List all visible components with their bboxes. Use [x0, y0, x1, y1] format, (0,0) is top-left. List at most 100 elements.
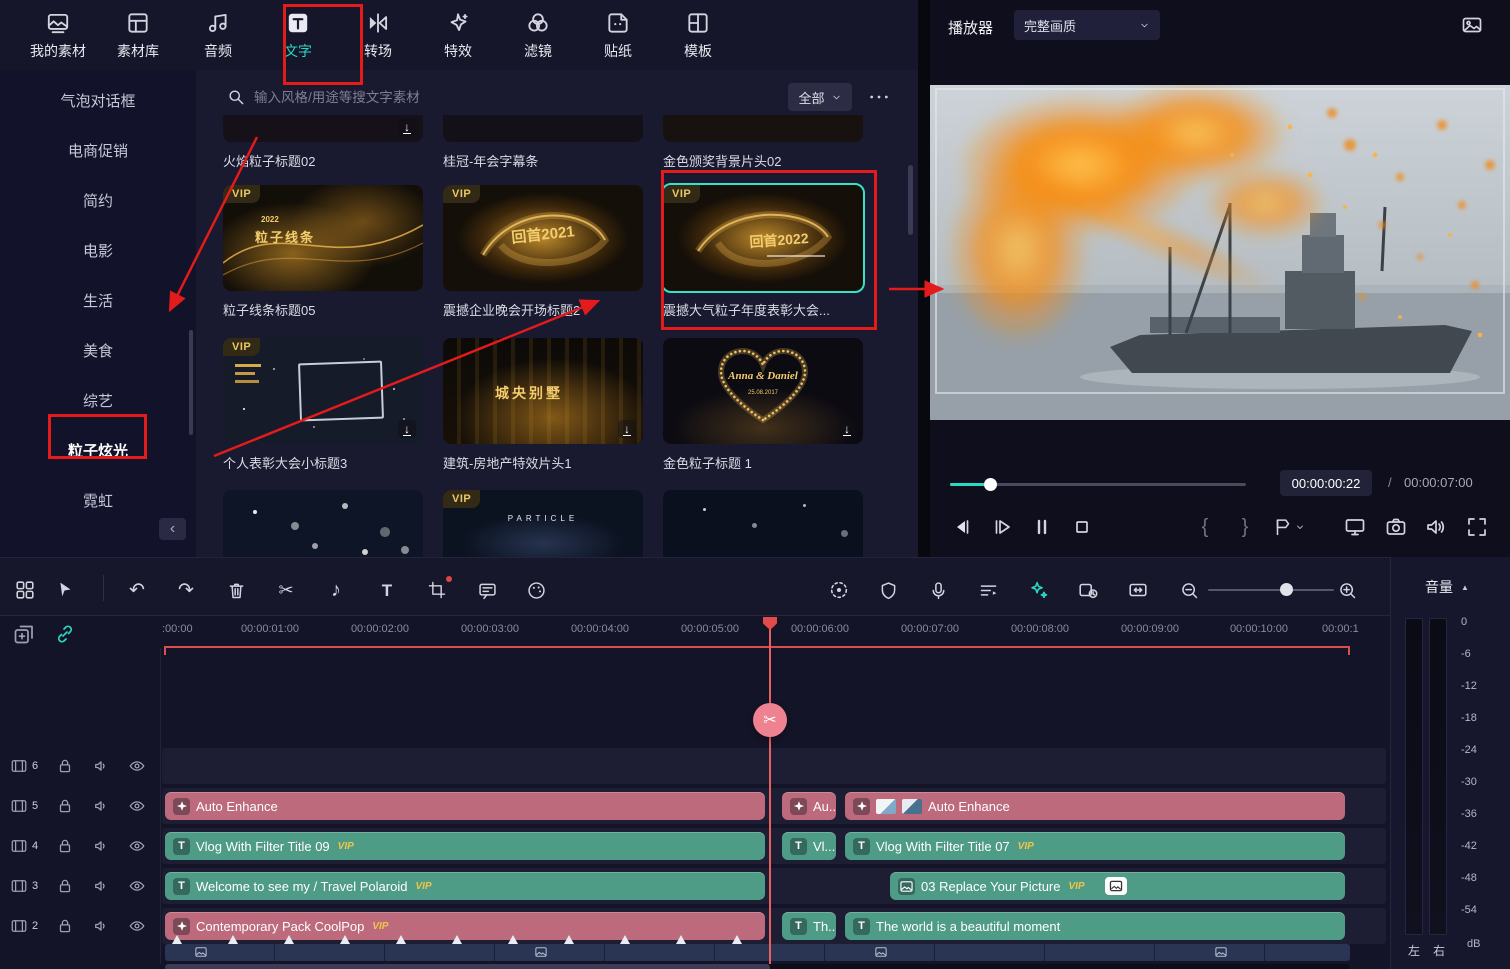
speech-to-text-button[interactable]	[474, 577, 500, 603]
clip-auto-enhance-1[interactable]: Auto Enhance	[165, 792, 765, 820]
zoom-slider-handle[interactable]	[1280, 583, 1293, 596]
link-clips-button[interactable]	[53, 622, 77, 646]
tab-filters[interactable]: 滤镜	[498, 10, 578, 61]
clip-contemporary-pack[interactable]: Contemporary Pack CoolPop VIP	[165, 912, 765, 940]
download-button[interactable]: ↓	[398, 420, 416, 438]
template-card[interactable]: VIP PARTICLE	[443, 490, 643, 557]
lock-icon[interactable]	[56, 797, 74, 815]
video-track-clip[interactable]	[165, 944, 1350, 961]
template-card[interactable]: VIP 回首2021 震撼企业晚会开场标题2	[443, 185, 643, 319]
zoom-in-button[interactable]	[1334, 577, 1360, 603]
timeline-hscroll-thumb[interactable]	[165, 964, 770, 969]
template-card[interactable]: VIP ↓ 个人表彰大会小标题3	[223, 338, 423, 472]
filter-all-dropdown[interactable]: 全部	[788, 83, 852, 111]
previous-frame-button[interactable]	[946, 512, 976, 542]
template-card[interactable]: ↓ 火焰粒子标题02	[223, 115, 423, 170]
volume-panel-toggle[interactable]: 音量 ▲	[1425, 577, 1469, 597]
crop-button[interactable]	[424, 577, 450, 603]
beat-detection-button[interactable]: ♪	[323, 577, 349, 603]
auto-caption-button[interactable]	[975, 577, 1001, 603]
lock-icon[interactable]	[56, 917, 74, 935]
pause-button[interactable]	[1027, 512, 1057, 542]
lock-icon[interactable]	[56, 837, 74, 855]
lock-icon[interactable]	[56, 877, 74, 895]
download-button[interactable]: ↓	[398, 118, 416, 136]
render-preview-button[interactable]	[826, 577, 852, 603]
clip-travel-polaroid[interactable]: T Welcome to see my / Travel Polaroid VI…	[165, 872, 765, 900]
sidebar-item-ecommerce[interactable]: 电商促销	[0, 125, 196, 175]
seek-bar[interactable]	[950, 476, 1246, 492]
tab-stock-media[interactable]: 素材库	[98, 10, 178, 61]
sidebar-item-simple[interactable]: 简约	[0, 175, 196, 225]
mute-icon[interactable]	[92, 837, 110, 855]
clip-vlog-title-09[interactable]: T Vlog With Filter Title 09 VIP	[165, 832, 765, 860]
download-button[interactable]: ↓	[838, 420, 856, 438]
zoom-slider-track[interactable]	[1208, 589, 1334, 591]
collapse-sidebar-button[interactable]: ‹	[159, 518, 186, 540]
quick-split-button[interactable]: ✂	[753, 703, 787, 737]
tab-my-media[interactable]: 我的素材	[18, 10, 98, 61]
template-card[interactable]	[663, 490, 863, 557]
fit-timeline-button[interactable]	[1125, 577, 1151, 603]
undo-button[interactable]: ↶	[124, 577, 150, 603]
mark-in-button[interactable]: {	[1197, 512, 1213, 542]
select-tool-button[interactable]	[52, 577, 78, 603]
eye-icon[interactable]	[128, 917, 146, 935]
sidebar-item-food[interactable]: 美食	[0, 325, 196, 375]
redo-button[interactable]: ↷	[173, 577, 199, 603]
more-options-button[interactable]	[868, 89, 890, 105]
add-text-button[interactable]: T	[374, 577, 400, 603]
clip-auto-enhance-2[interactable]: Au...	[782, 792, 836, 820]
media-board-button[interactable]	[12, 577, 38, 603]
sidebar-item-movie[interactable]: 电影	[0, 225, 196, 275]
download-button[interactable]: ↓	[618, 420, 636, 438]
template-card[interactable]: 桂冠-年会字幕条	[443, 115, 643, 170]
mark-clip-button[interactable]	[875, 577, 901, 603]
tab-templates[interactable]: 模板	[658, 10, 738, 61]
search-input[interactable]	[254, 82, 754, 112]
eye-icon[interactable]	[128, 757, 146, 775]
sidebar-item-particle-glow[interactable]: 粒子炫光	[0, 425, 196, 475]
tab-effects[interactable]: 特效	[418, 10, 498, 61]
clip-replace-your-picture[interactable]: 03 Replace Your Picture VIP	[890, 872, 1345, 900]
clip-the-world-small[interactable]: T Th...	[782, 912, 836, 940]
split-button[interactable]: ✂	[273, 577, 299, 603]
tab-stickers[interactable]: 贴纸	[578, 10, 658, 61]
fullscreen-button[interactable]	[1462, 512, 1492, 542]
snapshot-button[interactable]	[1381, 512, 1411, 542]
play-button[interactable]	[988, 512, 1018, 542]
marker-button[interactable]	[1267, 512, 1311, 542]
add-track-button[interactable]	[12, 622, 36, 646]
tab-text[interactable]: 文字	[258, 10, 338, 61]
eye-icon[interactable]	[128, 797, 146, 815]
template-card[interactable]: 城央别墅 ↓ 建筑-房地产特效片头1	[443, 338, 643, 472]
tab-transitions[interactable]: 转场	[338, 10, 418, 61]
volume-button[interactable]	[1421, 512, 1451, 542]
sidebar-scrollbar[interactable]	[189, 330, 193, 435]
smart-edit-button[interactable]	[1025, 577, 1051, 603]
template-card[interactable]	[223, 490, 423, 557]
template-card-selected[interactable]: VIP 回首2022 震撼大气粒子年度表彰大会...	[663, 185, 863, 319]
template-card[interactable]: 金色颁奖背景片头02	[663, 115, 863, 170]
clip-the-world-beautiful-moment[interactable]: T The world is a beautiful moment	[845, 912, 1345, 940]
eye-icon[interactable]	[128, 837, 146, 855]
track-lane-6[interactable]	[162, 748, 1386, 784]
mute-icon[interactable]	[92, 877, 110, 895]
playhead-line[interactable]	[769, 620, 771, 964]
compare-view-button[interactable]	[1460, 13, 1484, 37]
tab-audio[interactable]: 音频	[178, 10, 258, 61]
sidebar-item-bubble[interactable]: 气泡对话框	[0, 75, 196, 125]
template-card[interactable]: Anna & Daniel 25.08.2017 ↓ 金色粒子标题 1	[663, 338, 863, 472]
color-palette-button[interactable]	[523, 577, 549, 603]
clip-auto-enhance-3[interactable]: Auto Enhance	[845, 792, 1345, 820]
sidebar-item-variety[interactable]: 综艺	[0, 375, 196, 425]
mute-icon[interactable]	[92, 757, 110, 775]
display-device-button[interactable]	[1340, 512, 1370, 542]
eye-icon[interactable]	[128, 877, 146, 895]
clip-vlog-title-07[interactable]: T Vlog With Filter Title 07 VIP	[845, 832, 1345, 860]
mute-icon[interactable]	[92, 917, 110, 935]
zoom-out-button[interactable]	[1176, 577, 1202, 603]
clip-vlog-title-small[interactable]: T Vl...	[782, 832, 836, 860]
sidebar-item-life[interactable]: 生活	[0, 275, 196, 325]
library-scrollbar[interactable]	[908, 165, 913, 235]
